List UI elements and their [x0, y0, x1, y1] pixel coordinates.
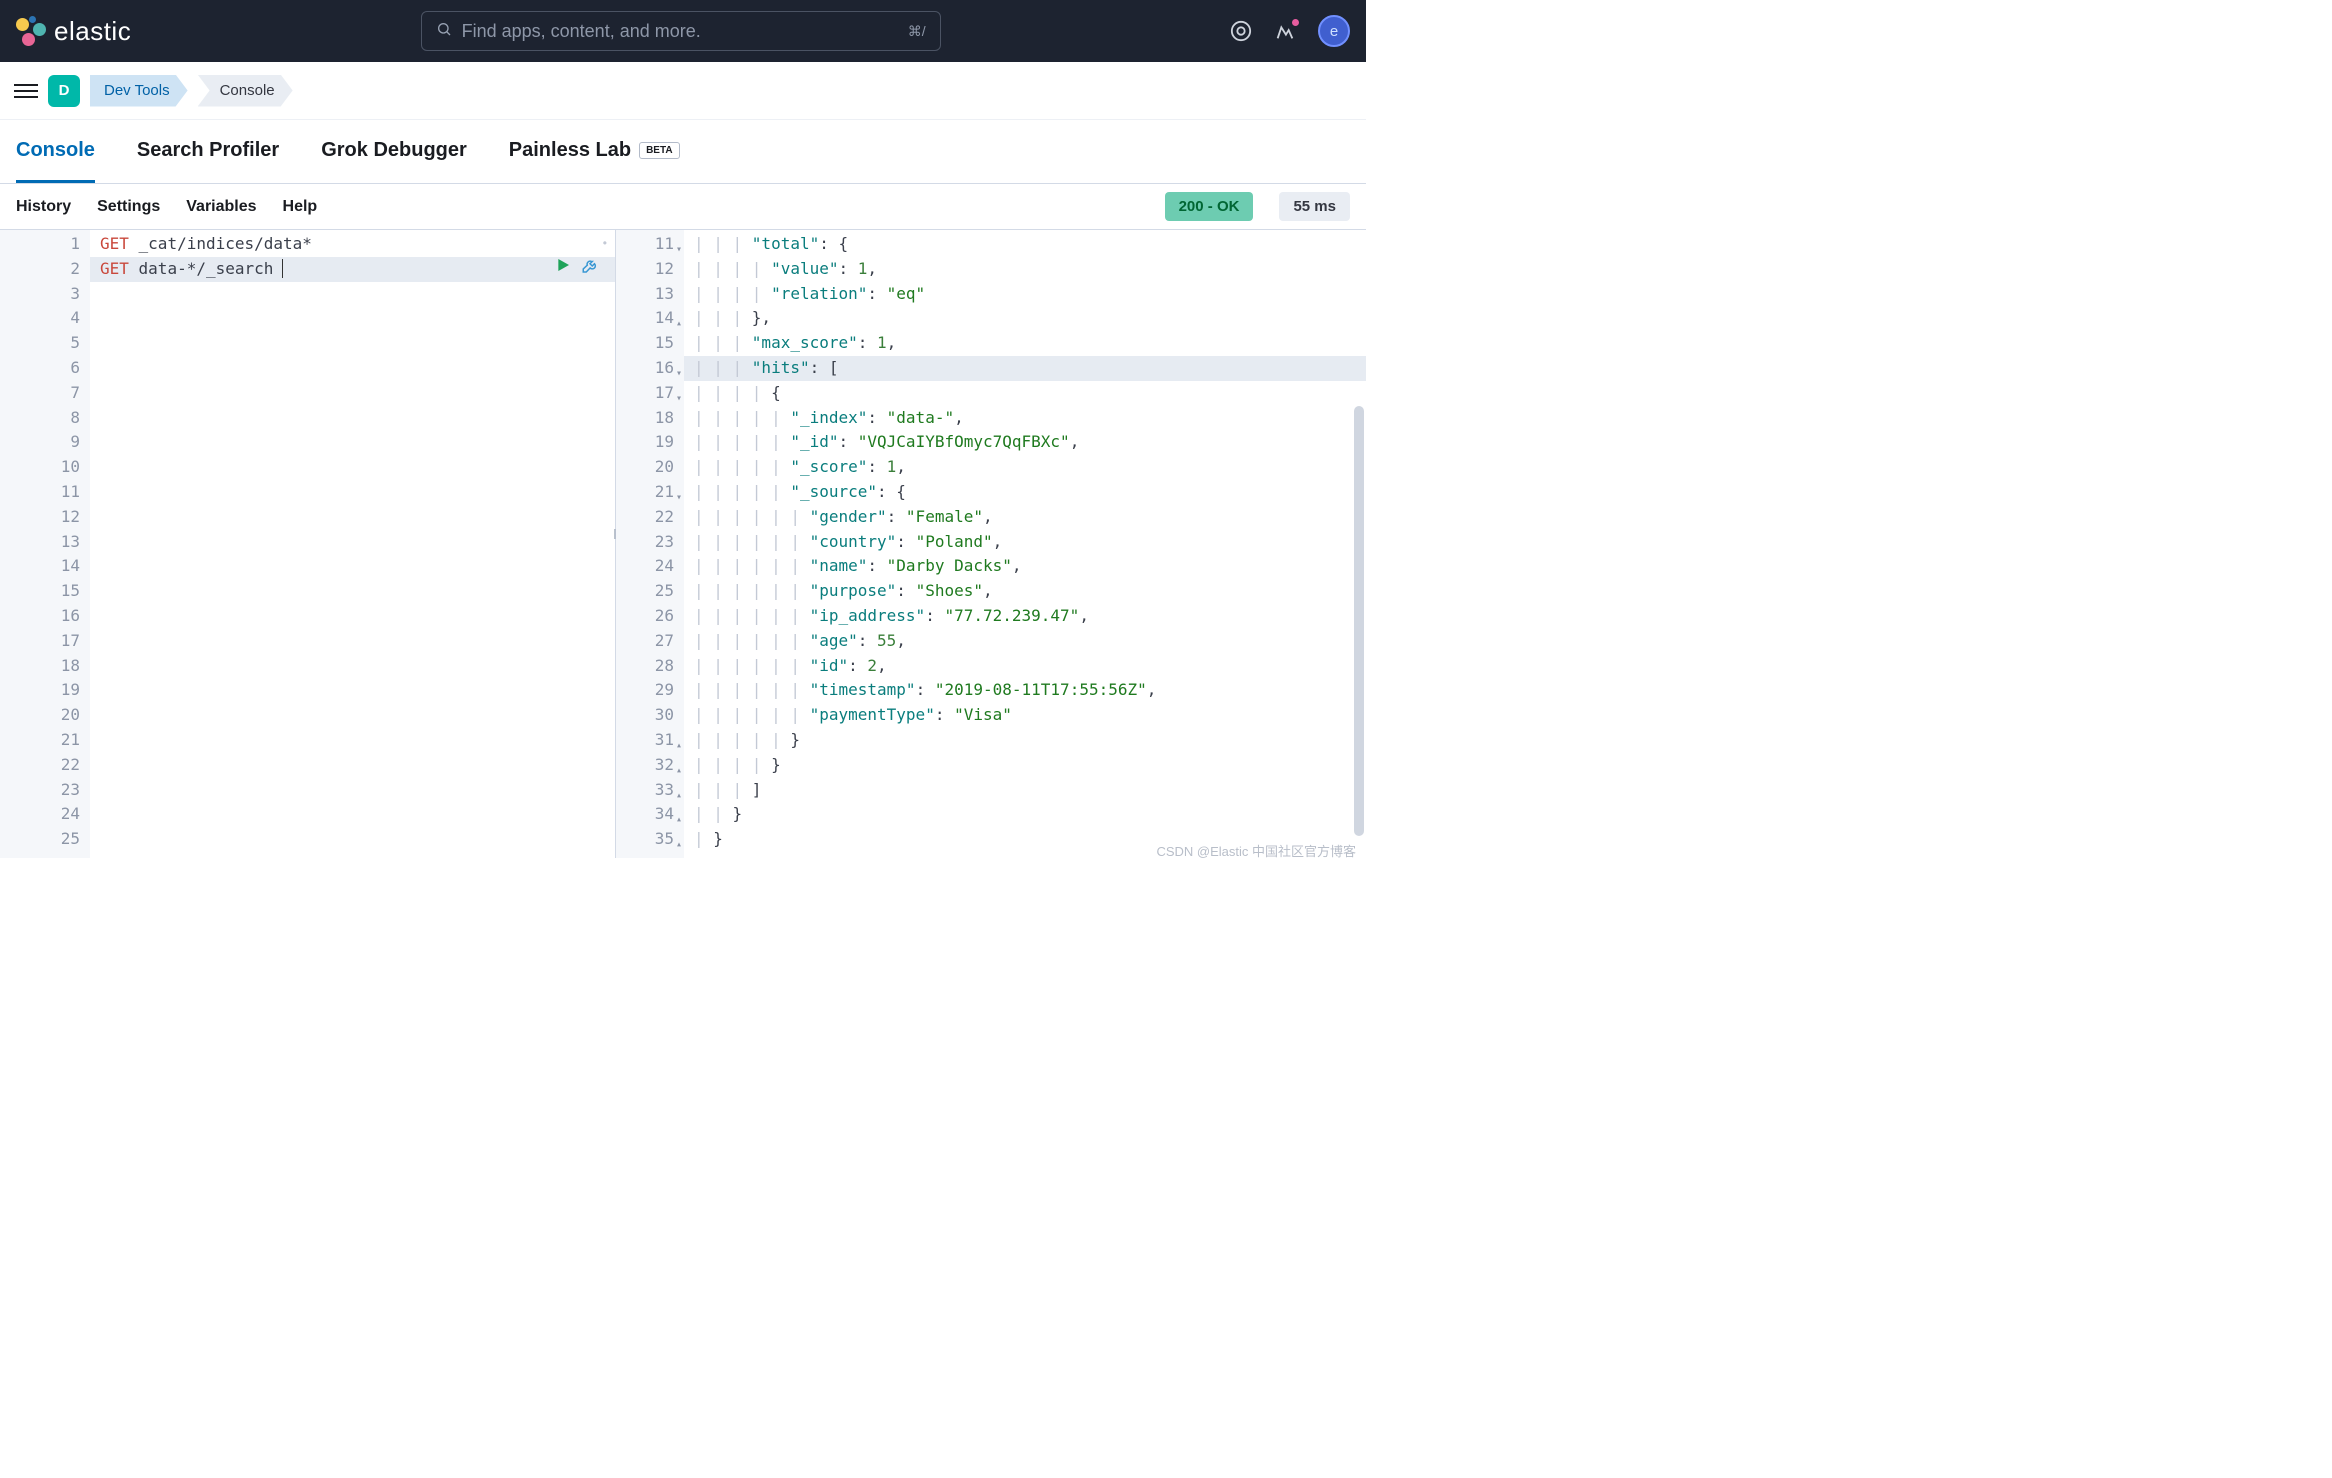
request-options-icon[interactable] — [581, 257, 599, 280]
tabs-row: Console Search Profiler Grok Debugger Painl… — [0, 120, 1366, 184]
breadcrumb-dev-tools[interactable]: Dev Tools — [90, 75, 188, 107]
row-actions — [555, 257, 599, 280]
status-badge: 200 - OK — [1165, 192, 1254, 221]
elastic-logo-icon — [16, 16, 46, 46]
toolbar-variables[interactable]: Variables — [186, 198, 256, 216]
response-code[interactable]: | | | "total": {| | | | "value": 1,| | |… — [684, 230, 1366, 858]
line-gutter: 11▾121314▴1516▾17▾18192021▾2223242526272… — [616, 230, 684, 858]
brand-logo[interactable]: elastic — [16, 16, 131, 47]
tab-console[interactable]: Console — [16, 121, 95, 183]
brand-text: elastic — [54, 16, 131, 47]
request-editor[interactable]: 1234567891011121314151617181920212223242… — [0, 230, 616, 858]
run-request-icon[interactable] — [555, 257, 571, 280]
search-placeholder: Find apps, content, and more. — [462, 21, 898, 42]
response-viewer[interactable]: 11▾121314▴1516▾17▾18192021▾2223242526272… — [616, 230, 1366, 858]
collapse-dot-icon[interactable]: • — [603, 236, 607, 250]
toolbar-history[interactable]: History — [16, 198, 71, 216]
line-gutter: 1234567891011121314151617181920212223242… — [0, 230, 90, 858]
help-icon[interactable] — [1230, 20, 1252, 42]
toolbar-help[interactable]: Help — [283, 198, 318, 216]
scrollbar[interactable] — [1354, 406, 1364, 836]
top-header: elastic Find apps, content, and more. ⌘/… — [0, 0, 1366, 62]
watermark-text: CSDN @Elastic 中国社区官方博客 — [1156, 841, 1356, 860]
notification-dot — [1291, 18, 1300, 27]
app-badge[interactable]: D — [48, 75, 80, 107]
time-badge: 55 ms — [1279, 192, 1350, 221]
search-shortcut: ⌘/ — [908, 23, 926, 40]
newsfeed-icon[interactable] — [1274, 20, 1296, 42]
tab-search-profiler[interactable]: Search Profiler — [137, 121, 279, 183]
editor-panes: 1234567891011121314151617181920212223242… — [0, 230, 1366, 858]
nav-menu-icon[interactable] — [14, 84, 38, 98]
user-avatar[interactable]: e — [1318, 15, 1350, 47]
global-search[interactable]: Find apps, content, and more. ⌘/ — [421, 11, 941, 51]
tab-grok-debugger[interactable]: Grok Debugger — [321, 121, 467, 183]
breadcrumb-console[interactable]: Console — [198, 75, 293, 107]
console-toolbar: History Settings Variables Help 200 - OK 55… — [0, 184, 1366, 230]
tab-painless-lab[interactable]: Painless LabBETA — [509, 121, 680, 183]
search-icon — [436, 21, 452, 42]
request-code[interactable]: GET _cat/indices/data*GET data-*/_search — [90, 230, 615, 858]
toolbar-settings[interactable]: Settings — [97, 198, 160, 216]
breadcrumb-row: D Dev Tools Console — [0, 62, 1366, 120]
